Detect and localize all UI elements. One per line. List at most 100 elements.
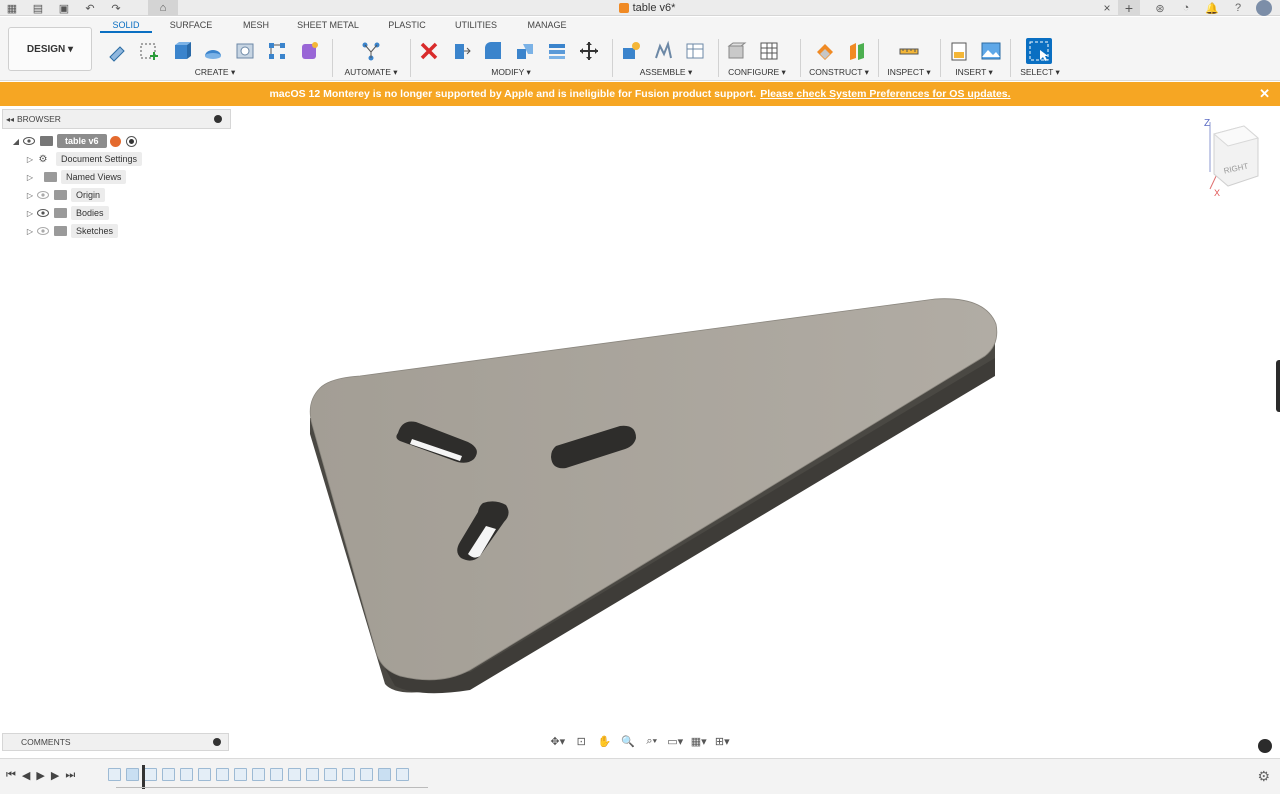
look-at-icon[interactable]: ⊡ [572,735,592,748]
expand-icon[interactable]: ▷ [24,209,36,218]
timeline-feature[interactable] [144,768,157,781]
insert-canvas-icon[interactable] [978,38,1004,64]
visibility-eye-icon[interactable] [36,190,50,200]
visibility-eye-icon[interactable] [36,226,50,236]
rectangular-pattern-icon[interactable] [264,38,290,64]
extrude-icon[interactable] [168,38,194,64]
move-copy-icon[interactable] [576,38,602,64]
comments-panel-header[interactable]: COMMENTS [2,733,229,751]
assemble-group-label[interactable]: ASSEMBLE ▾ [618,67,714,78]
select-group-label[interactable]: SELECT ▾ [1016,67,1064,78]
press-pull-icon[interactable] [448,38,474,64]
configure-group-label[interactable]: CONFIGURE ▾ [724,67,790,78]
collapse-browser-icon[interactable]: ◂◂ [3,115,17,124]
tree-item-sketches[interactable]: ▷ Sketches [10,222,230,240]
new-component-icon[interactable] [618,38,644,64]
step-back-icon[interactable]: ◀ [22,769,30,782]
tab-sheet-metal[interactable]: SHEET METAL [282,17,374,33]
save-icon[interactable]: ▣ [54,2,74,15]
timeline-feature[interactable] [162,768,175,781]
browser-pin-icon[interactable] [214,115,222,123]
timeline-feature[interactable] [378,768,391,781]
timeline-feature[interactable] [180,768,193,781]
tree-item-origin[interactable]: ▷ Origin [10,186,230,204]
hole-icon[interactable] [232,38,258,64]
form-icon[interactable] [296,38,322,64]
timeline-feature[interactable] [270,768,283,781]
revolve-icon[interactable] [200,38,226,64]
warning-badge-icon[interactable] [109,135,121,147]
viewports-icon[interactable]: ⊞▾ [713,735,733,748]
configuration-table-icon[interactable] [756,38,782,64]
expand-icon[interactable]: ▷ [24,227,36,236]
go-to-start-icon[interactable]: ⏮ [6,769,16,782]
browser-panel-header[interactable]: ◂◂ BROWSER [2,109,231,129]
tab-manage[interactable]: MANAGE [512,17,582,33]
timeline-settings-icon[interactable]: ⚙ [1257,768,1270,785]
pan-icon[interactable]: ✋ [595,735,615,748]
tab-plastic[interactable]: PLASTIC [374,17,440,33]
redo-icon[interactable]: ↷ [106,2,126,15]
tree-item-document-settings[interactable]: ▷ ⚙ Document Settings [10,150,230,168]
expand-icon[interactable]: ▷ [24,191,36,200]
file-menu-icon[interactable]: ▤ [28,2,48,15]
job-status-icon[interactable]: ◔ [1178,0,1194,16]
timeline-marker[interactable] [142,765,145,789]
modify-group-label[interactable]: MODIFY ▾ [416,67,606,78]
help-icon[interactable]: ? [1230,0,1246,16]
fillet-icon[interactable] [480,38,506,64]
visibility-eye-icon[interactable] [36,208,50,218]
timeline-feature[interactable] [324,768,337,781]
timeline-feature[interactable] [360,768,373,781]
as-built-joint-icon[interactable] [682,38,708,64]
banner-close-icon[interactable]: ✕ [1259,86,1270,102]
timeline-feature[interactable] [252,768,265,781]
go-to-end-icon[interactable]: ⏭ [65,769,75,782]
insert-group-label[interactable]: INSERT ▾ [946,67,1002,78]
visibility-eye-icon[interactable] [22,136,36,146]
tree-root-row[interactable]: ◢ table v6 [10,132,230,150]
timeline-feature[interactable] [306,768,319,781]
workspace-switcher-button[interactable]: DESIGN ▾ [8,27,92,71]
timeline-feature[interactable] [198,768,211,781]
chat-icon[interactable] [1258,739,1272,753]
avatar[interactable] [1256,0,1272,16]
tab-solid[interactable]: SOLID [100,17,152,33]
side-panel-handle[interactable] [1276,360,1280,412]
expand-icon[interactable]: ▷ [24,173,36,182]
timeline-feature[interactable] [126,768,139,781]
offset-plane-icon[interactable] [812,38,838,64]
create-group-label[interactable]: CREATE ▾ [104,67,326,78]
home-tab[interactable]: ⌂ [148,0,178,16]
delete-icon[interactable] [416,38,442,64]
timeline-feature[interactable] [288,768,301,781]
tab-mesh[interactable]: MESH [230,17,282,33]
tab-surface[interactable]: SURFACE [152,17,230,33]
document-tab[interactable]: table v6* [180,0,1114,16]
new-tab-button[interactable]: + [1118,0,1140,16]
apps-grid-icon[interactable]: ▦ [2,2,22,15]
step-forward-icon[interactable]: ▶ [51,769,59,782]
banner-link[interactable]: Please check System Preferences for OS u… [760,88,1010,100]
notifications-icon[interactable]: 🔔 [1204,0,1220,16]
inspect-group-label[interactable]: INSPECT ▾ [884,67,934,78]
measure-icon[interactable] [896,38,922,64]
automate-group-label[interactable]: AUTOMATE ▾ [338,67,404,78]
construct-group-label[interactable]: CONSTRUCT ▾ [806,67,872,78]
undo-icon[interactable]: ↶ [80,2,100,15]
select-icon[interactable] [1026,38,1052,64]
joint-icon[interactable] [650,38,676,64]
timeline-feature[interactable] [342,768,355,781]
sketch-icon[interactable] [104,38,130,64]
tree-item-bodies[interactable]: ▷ Bodies [10,204,230,222]
timeline-feature[interactable] [108,768,121,781]
expand-icon[interactable]: ▷ [24,155,36,164]
play-icon[interactable]: ▶ [36,769,44,782]
grid-settings-icon[interactable]: ▦▾ [689,735,709,748]
display-settings-icon[interactable]: ▭▾ [666,735,686,748]
view-cube[interactable]: Z X RIGHT [1200,114,1270,200]
tree-root-label[interactable]: table v6 [57,134,107,148]
plane-at-angle-icon[interactable] [844,38,870,64]
timeline-feature[interactable] [234,768,247,781]
zoom-window-icon[interactable]: ⌕▾ [642,735,662,748]
